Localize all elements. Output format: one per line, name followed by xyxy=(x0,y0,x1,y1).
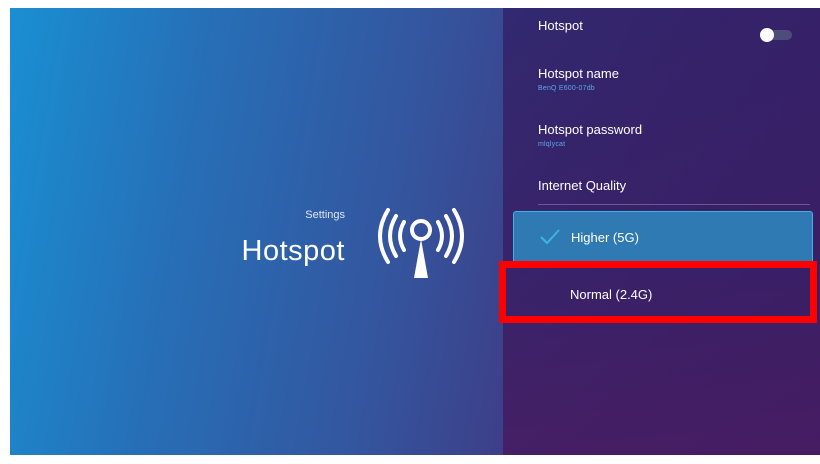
divider xyxy=(538,204,810,205)
hotspot-broadcast-icon xyxy=(378,208,464,278)
internet-quality-row: Internet Quality xyxy=(538,178,802,193)
internet-quality-label: Internet Quality xyxy=(538,178,627,193)
check-icon xyxy=(540,229,560,245)
option-normal-2-4g[interactable]: Normal (2.4G) xyxy=(513,270,813,324)
hotspot-password-row[interactable]: Hotspot password mlqlycat xyxy=(538,122,802,148)
hotspot-toggle[interactable] xyxy=(760,28,792,42)
settings-panel: Hotspot Hotspot name BenQ E600-07db Hots… xyxy=(503,8,820,455)
option-higher-5g[interactable]: Higher (5G) xyxy=(513,211,813,264)
hotspot-password-value: mlqlycat xyxy=(538,141,566,148)
projector-screen: Settings Hotspot Hotspot Hotspot name Be… xyxy=(10,8,820,455)
hotspot-row[interactable]: Hotspot xyxy=(538,18,802,42)
toggle-knob xyxy=(760,28,774,42)
option-label: Normal (2.4G) xyxy=(570,287,653,302)
hotspot-name-label: Hotspot name xyxy=(538,66,619,81)
hotspot-name-value: BenQ E600-07db xyxy=(538,85,595,92)
page-title: Hotspot xyxy=(241,235,345,267)
option-label: Higher (5G) xyxy=(571,230,639,245)
hotspot-password-label: Hotspot password xyxy=(538,122,643,137)
header-panel: Settings Hotspot xyxy=(10,8,503,455)
hotspot-name-row[interactable]: Hotspot name BenQ E600-07db xyxy=(538,66,802,92)
section-label: Settings xyxy=(305,209,345,221)
